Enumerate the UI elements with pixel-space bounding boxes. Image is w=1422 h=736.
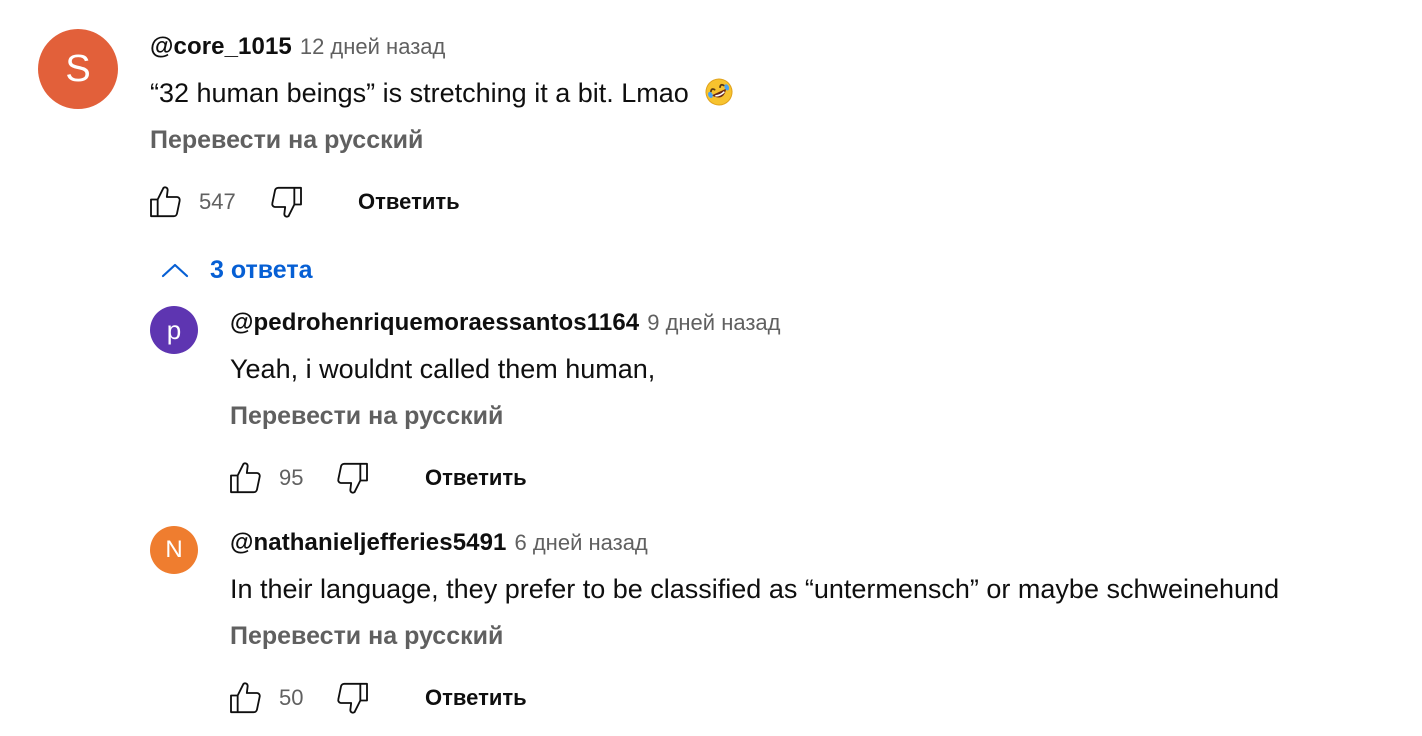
comment-actions: 547 Ответить <box>150 182 550 222</box>
translate-link[interactable]: Перевести на русский <box>230 620 503 652</box>
avatar-letter: S <box>65 47 91 90</box>
like-count: 95 <box>279 465 304 490</box>
reply-actions: 50 Ответить <box>230 678 630 718</box>
reply-button[interactable]: Ответить <box>425 684 527 712</box>
reply-body: @nathanieljefferies5491 6 дней назад In t… <box>230 528 1410 728</box>
like-button[interactable] <box>226 678 266 718</box>
author-name[interactable]: @nathanieljefferies5491 <box>230 529 507 556</box>
comment-header: @core_1015 12 дней назад <box>150 32 445 62</box>
comment-text: “32 human beings” is stretching it a bit… <box>150 76 734 110</box>
reply-actions: 95 Ответить <box>230 458 630 498</box>
reply-button[interactable]: Ответить <box>425 464 527 492</box>
avatar[interactable]: p <box>150 306 198 354</box>
comments-section: S @core_1015 12 дней назад “32 human bein… <box>0 0 1422 736</box>
replies-toggle-button[interactable]: 3 ответа <box>150 250 313 290</box>
thumbs-up-icon <box>230 682 261 714</box>
reply-text: In their language, they prefer to be cla… <box>230 574 1280 604</box>
reply-button[interactable]: Ответить <box>358 188 460 216</box>
comment-text-content: “32 human beings” is stretching it a bit… <box>150 78 689 108</box>
thumbs-down-icon <box>337 462 368 494</box>
translate-link[interactable]: Перевести на русский <box>150 124 423 156</box>
avatar[interactable]: S <box>38 29 118 109</box>
author-name[interactable]: @pedrohenriquemoraessantos1164 <box>230 309 639 336</box>
reply-body: @pedrohenriquemoraessantos1164 9 дней наз… <box>230 308 1390 508</box>
reply-text: Yeah, i wouldnt called them human, <box>230 354 656 384</box>
translate-link[interactable]: Перевести на русский <box>230 400 503 432</box>
dislike-button[interactable] <box>266 182 306 222</box>
chevron-up-icon <box>161 263 189 278</box>
like-count: 547 <box>199 189 236 214</box>
comment-time[interactable]: 12 дней назад <box>300 34 446 59</box>
avatar-letter: N <box>165 536 183 563</box>
thumbs-up-icon <box>230 462 261 494</box>
dislike-button[interactable] <box>332 678 372 718</box>
avatar-letter: p <box>166 314 182 345</box>
comment-thread: S @core_1015 12 дней назад “32 human bein… <box>0 0 1422 240</box>
thumbs-down-icon <box>271 186 302 218</box>
rolling-on-floor-laughing-emoji <box>705 78 733 106</box>
reply-thread: N @nathanieljefferies5491 6 дней назад In… <box>0 520 1422 730</box>
replies-count-label: 3 ответа <box>210 255 313 284</box>
like-count: 50 <box>279 685 304 710</box>
like-button[interactable] <box>226 458 266 498</box>
reply-time[interactable]: 9 дней назад <box>647 310 780 335</box>
like-button[interactable] <box>146 182 186 222</box>
thumbs-down-icon <box>337 682 368 714</box>
avatar[interactable]: N <box>150 526 198 574</box>
reply-header: @nathanieljefferies5491 6 дней назад <box>230 528 648 558</box>
reply-header: @pedrohenriquemoraessantos1164 9 дней наз… <box>230 308 781 338</box>
comment-body: @core_1015 12 дней назад “32 human beings… <box>150 32 1390 232</box>
thumbs-up-icon <box>150 186 181 218</box>
reply-time[interactable]: 6 дней назад <box>515 530 648 555</box>
author-name[interactable]: @core_1015 <box>150 33 292 60</box>
dislike-button[interactable] <box>332 458 372 498</box>
reply-thread: p @pedrohenriquemoraessantos1164 9 дней н… <box>0 300 1422 510</box>
